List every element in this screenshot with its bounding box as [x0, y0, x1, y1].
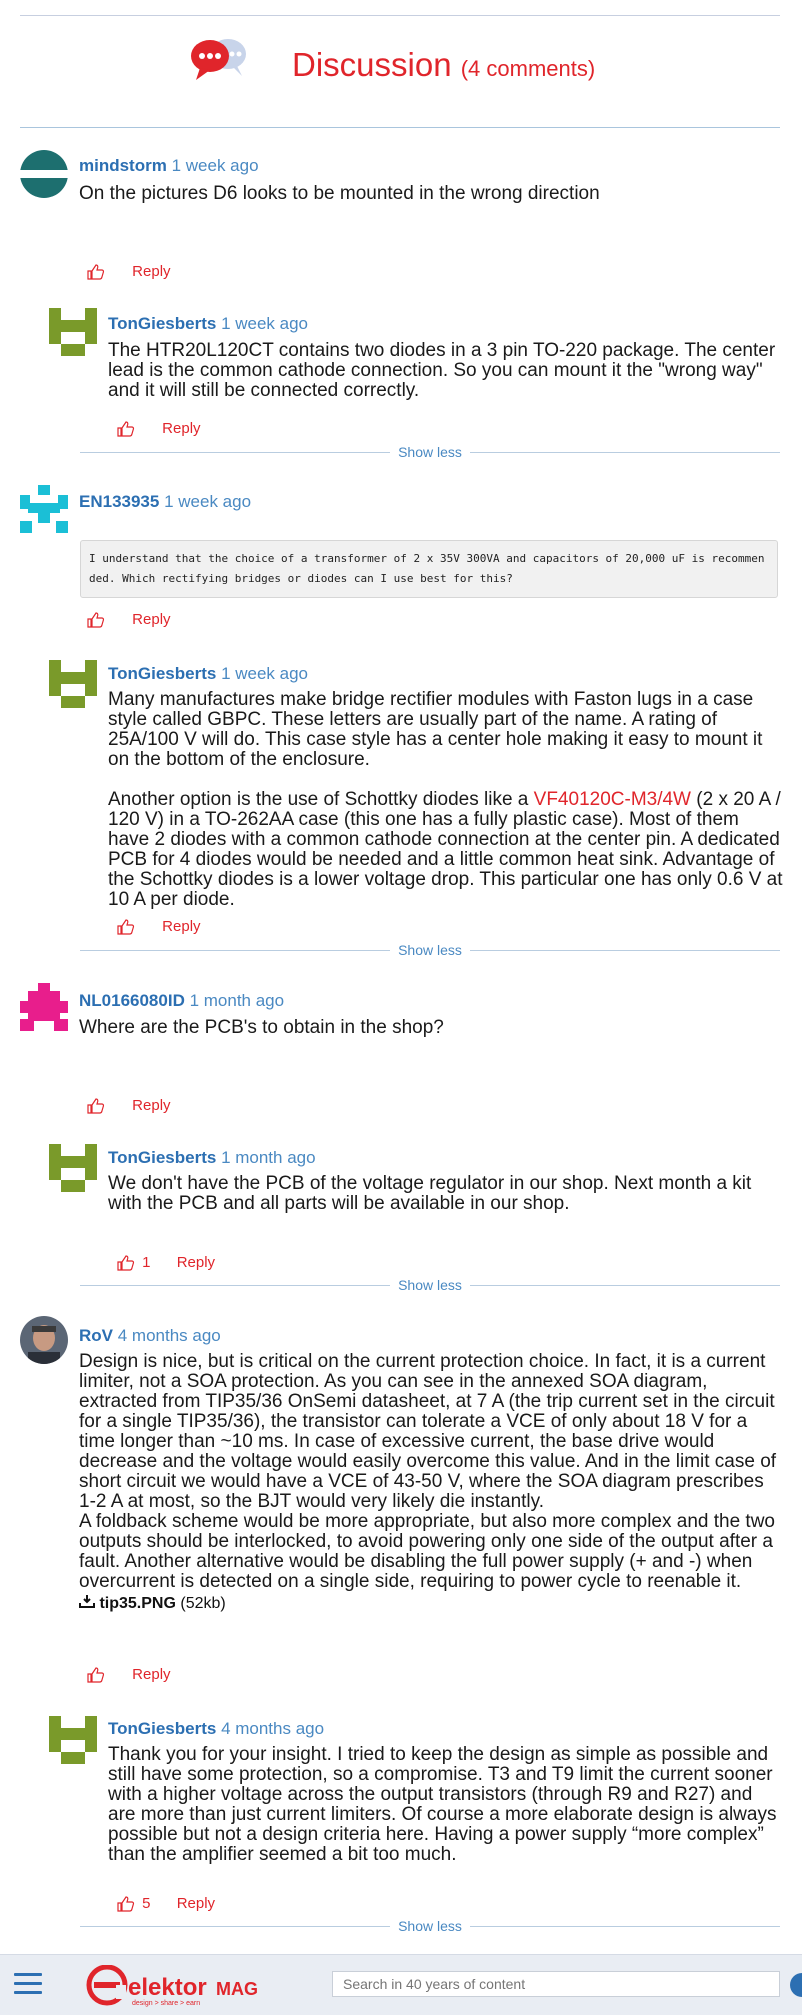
like-icon[interactable]: [86, 264, 106, 280]
top-divider: [20, 15, 780, 16]
comment-time: 1 month ago: [221, 1148, 316, 1167]
comment-count: (4 comments): [460, 56, 596, 81]
show-less-link[interactable]: Show less: [390, 444, 470, 460]
comment-text: We don't have the PCB of the voltage reg…: [108, 1173, 752, 1214]
comment-time: 4 months ago: [117, 1326, 221, 1345]
product-link[interactable]: VF40120C-M3/4W: [534, 789, 691, 810]
comment-paragraph: A foldback scheme would be more appropri…: [79, 1511, 775, 1592]
hamburger-menu-icon[interactable]: [14, 1973, 42, 1995]
search-button[interactable]: [790, 1973, 802, 1997]
comment-text: On the pictures D6 looks to be mounted i…: [79, 183, 600, 204]
bottom-navbar: elektor MAG design > share > earn: [0, 1954, 802, 2015]
comment-paragraph: Many manufactures make bridge rectifier …: [108, 689, 763, 770]
text-span: Another option is the use of Schottky di…: [108, 789, 534, 810]
avatar: [49, 1144, 97, 1192]
like-icon[interactable]: [116, 421, 136, 437]
show-less-link[interactable]: Show less: [390, 942, 470, 958]
show-less-divider: Show less: [80, 1918, 780, 1934]
reply-button[interactable]: Reply: [132, 1666, 170, 1683]
show-less-divider: Show less: [80, 444, 780, 460]
avatar: [49, 1716, 97, 1764]
comment-time: 1 week ago: [221, 314, 309, 333]
comment-meta: NL0166080ID 1 month ago: [79, 991, 284, 1011]
show-less-link[interactable]: Show less: [390, 1277, 470, 1293]
attachment-name[interactable]: tip35.PNG: [99, 1595, 175, 1612]
comment-meta: TonGiesberts 4 months ago: [108, 1719, 324, 1739]
comment-author[interactable]: NL0166080ID: [79, 991, 185, 1010]
show-less-divider: Show less: [80, 942, 780, 958]
like-icon[interactable]: [86, 1098, 106, 1114]
comment-author[interactable]: mindstorm: [79, 156, 167, 175]
comment-actions: Reply: [86, 263, 171, 280]
comment-text: Many manufactures make bridge rectifier …: [108, 690, 784, 910]
comment-actions: Reply: [116, 420, 201, 437]
comment-text: Design is nice, but is critical on the c…: [79, 1352, 785, 1614]
comment-author[interactable]: TonGiesberts: [108, 1148, 216, 1167]
discussion-bubbles-icon: [191, 39, 246, 80]
like-count: 5: [142, 1895, 151, 1912]
reply-button[interactable]: Reply: [177, 1895, 215, 1912]
reply-button[interactable]: Reply: [162, 918, 200, 935]
reply-button[interactable]: Reply: [177, 1254, 215, 1271]
avatar: [20, 983, 68, 1031]
comment-author[interactable]: TonGiesberts: [108, 314, 216, 333]
comment-author[interactable]: TonGiesberts: [108, 1719, 216, 1738]
comment-meta: EN133935 1 week ago: [79, 492, 251, 512]
avatar: [20, 485, 68, 533]
avatar: [20, 1316, 68, 1364]
avatar: [49, 308, 97, 356]
attachment[interactable]: tip35.PNG (52kb): [79, 1594, 785, 1614]
comment-actions: 1 Reply: [116, 1254, 215, 1271]
comment-meta: TonGiesberts 1 month ago: [108, 1148, 316, 1168]
logo-tagline: design > share > earn: [132, 2000, 200, 2007]
comment-text: Thank you for your insight. I tried to k…: [108, 1744, 777, 1865]
reply-button[interactable]: Reply: [132, 263, 170, 280]
comment-text: The HTR20L120CT contains two diodes in a…: [108, 340, 776, 401]
discussion-header: Discussion (4 comments): [0, 30, 802, 100]
comment-meta: TonGiesberts 1 week ago: [108, 664, 308, 684]
comment-actions: Reply: [86, 1666, 171, 1683]
avatar: [49, 660, 97, 708]
comment-time: 1 week ago: [171, 156, 259, 175]
comment-actions: Reply: [116, 918, 201, 935]
comment-actions: Reply: [86, 611, 171, 628]
comment-actions: Reply: [86, 1097, 171, 1114]
like-icon[interactable]: [116, 1255, 136, 1271]
avatar: [20, 150, 68, 198]
comment-meta: TonGiesberts 1 week ago: [108, 314, 308, 334]
like-icon[interactable]: [116, 1896, 136, 1912]
comment-paragraph: Another option is the use of Schottky di…: [108, 790, 784, 910]
comment-actions: 5 Reply: [116, 1895, 215, 1912]
comment-text: Where are the PCB's to obtain in the sho…: [79, 1017, 444, 1038]
comment-author[interactable]: RoV: [79, 1326, 113, 1345]
reply-button[interactable]: Reply: [132, 1097, 170, 1114]
elektor-logo[interactable]: elektor MAG design > share > earn: [86, 1965, 266, 2007]
like-icon[interactable]: [116, 919, 136, 935]
comment-time: 1 week ago: [221, 664, 309, 683]
logo-mag: MAG: [216, 1979, 258, 1999]
download-icon[interactable]: [79, 1594, 95, 1608]
comment-time: 1 month ago: [189, 991, 285, 1010]
comment-time: 4 months ago: [221, 1719, 325, 1738]
comment-paragraph: Design is nice, but is critical on the c…: [79, 1351, 777, 1512]
comment-meta: RoV 4 months ago: [79, 1326, 221, 1346]
show-less-link[interactable]: Show less: [390, 1918, 470, 1934]
discussion-title-text: Discussion: [292, 46, 452, 83]
comment-author[interactable]: TonGiesberts: [108, 664, 216, 683]
comment-author[interactable]: EN133935: [79, 492, 159, 511]
search-input[interactable]: [332, 1971, 780, 1997]
comment-time: 1 week ago: [164, 492, 252, 511]
like-icon[interactable]: [86, 612, 106, 628]
attachment-size: (52kb): [180, 1595, 226, 1612]
like-count: 1: [142, 1254, 151, 1271]
show-less-divider: Show less: [80, 1277, 780, 1293]
like-icon[interactable]: [86, 1667, 106, 1683]
discussion-title: Discussion (4 comments): [292, 46, 595, 84]
logo-text: elektor: [128, 1974, 207, 2001]
code-block: I understand that the choice of a transf…: [80, 540, 778, 598]
header-divider: [20, 127, 780, 128]
comment-meta: mindstorm 1 week ago: [79, 156, 259, 176]
reply-button[interactable]: Reply: [162, 420, 200, 437]
reply-button[interactable]: Reply: [132, 611, 170, 628]
